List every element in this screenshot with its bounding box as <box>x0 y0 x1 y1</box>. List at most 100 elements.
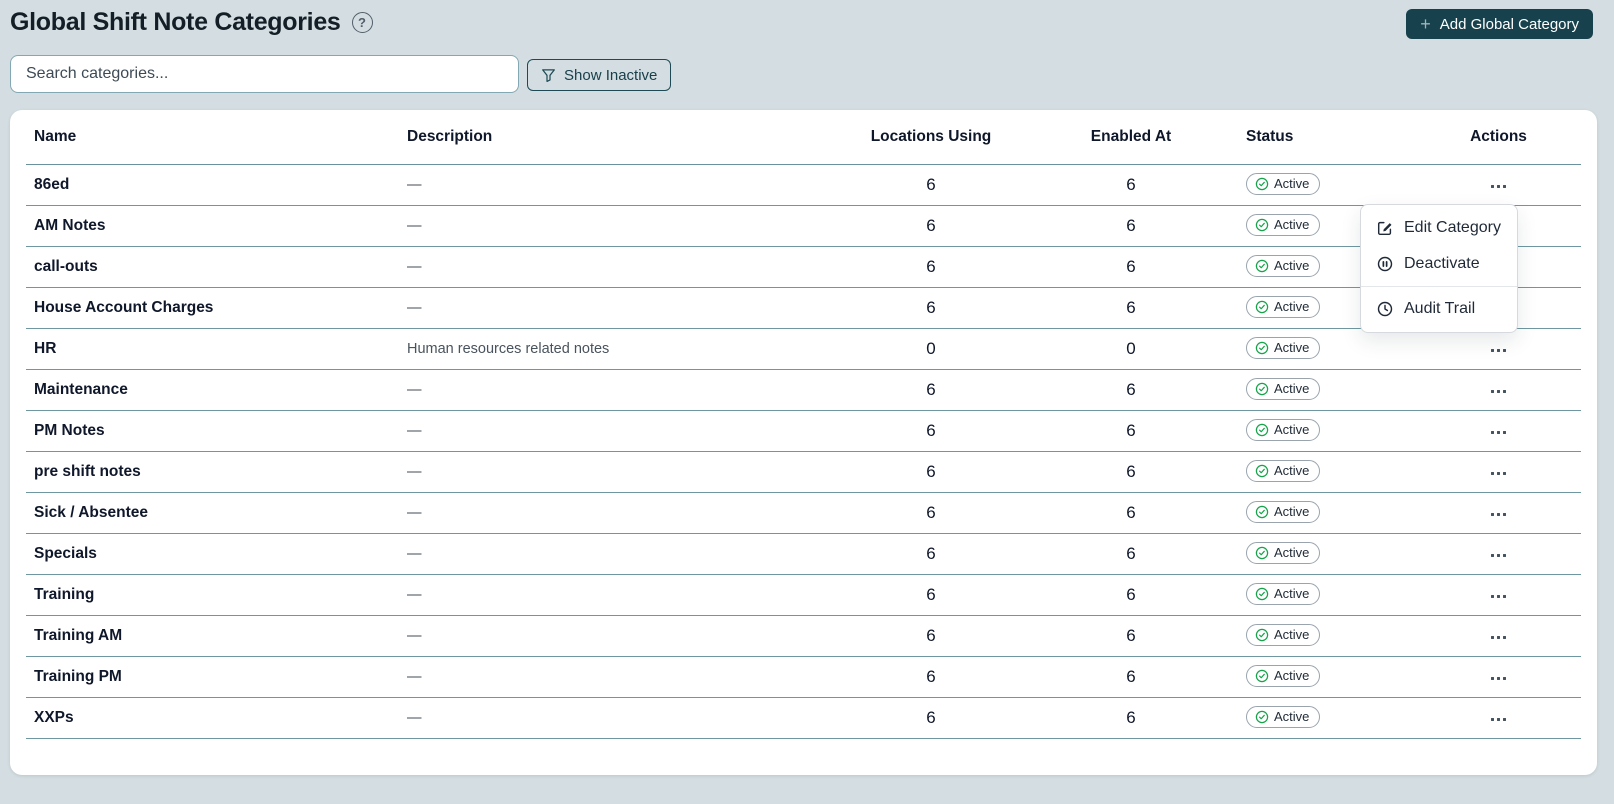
row-actions-button[interactable] <box>1487 179 1510 194</box>
category-description: — <box>407 627 422 644</box>
table-row: XXPs — 6 6 Active <box>26 697 1581 738</box>
menu-item-label: Edit Category <box>1404 219 1501 236</box>
column-header-description: Description <box>407 110 846 165</box>
row-actions-button[interactable] <box>1487 384 1510 399</box>
row-actions-button[interactable] <box>1487 343 1510 358</box>
table-row: Training AM — 6 6 Active <box>26 615 1581 656</box>
table-row: Sick / Absentee — 6 6 Active <box>26 492 1581 533</box>
row-actions-button[interactable] <box>1487 671 1510 686</box>
filter-icon <box>542 68 555 82</box>
category-description: — <box>407 176 422 193</box>
row-actions-button[interactable] <box>1487 425 1510 440</box>
locations-using-count: 6 <box>926 420 936 440</box>
category-description: — <box>407 504 422 521</box>
check-circle-icon <box>1255 464 1269 478</box>
search-input[interactable] <box>10 55 519 93</box>
column-header-status: Status <box>1246 110 1416 165</box>
enabled-at-count: 6 <box>1126 420 1136 440</box>
page-title: Global Shift Note Categories <box>10 8 341 36</box>
status-badge: Active <box>1246 459 1321 483</box>
locations-using-count: 6 <box>926 297 936 317</box>
check-circle-icon <box>1255 300 1269 314</box>
status-badge: Active <box>1246 418 1321 442</box>
status-badge: Active <box>1246 664 1321 688</box>
category-name: call-outs <box>34 257 98 275</box>
category-name: AM Notes <box>34 216 106 234</box>
show-inactive-label: Show Inactive <box>564 66 658 84</box>
enabled-at-count: 6 <box>1126 256 1136 276</box>
enabled-at-count: 6 <box>1126 379 1136 399</box>
add-global-category-label: Add Global Category <box>1439 15 1579 33</box>
category-name: pre shift notes <box>34 462 141 480</box>
category-description: — <box>407 586 422 603</box>
status-badge: Active <box>1246 172 1321 196</box>
check-circle-icon <box>1255 218 1269 232</box>
status-badge-label: Active <box>1274 175 1310 191</box>
row-actions-button[interactable] <box>1487 548 1510 563</box>
table-row: PM Notes — 6 6 Active <box>26 410 1581 451</box>
status-badge-label: Active <box>1274 708 1310 724</box>
check-circle-icon <box>1255 546 1269 560</box>
table-row: HR Human resources related notes 0 0 Active <box>26 328 1581 369</box>
row-actions-menu: Edit Category Deactivate Audit Trail <box>1360 204 1518 333</box>
plus-icon: + <box>1420 14 1431 34</box>
categories-card: Name Description Locations Using Enabled… <box>10 110 1597 775</box>
enabled-at-count: 6 <box>1126 502 1136 522</box>
category-description: — <box>407 299 422 316</box>
check-circle-icon <box>1255 628 1269 642</box>
enabled-at-count: 0 <box>1126 338 1136 358</box>
category-name: House Account Charges <box>34 298 214 316</box>
row-actions-button[interactable] <box>1487 712 1510 727</box>
status-badge: Active <box>1246 213 1321 237</box>
check-circle-icon <box>1255 177 1269 191</box>
category-name: Training <box>34 585 95 603</box>
status-badge-label: Active <box>1274 503 1310 519</box>
check-circle-icon <box>1255 710 1269 724</box>
locations-using-count: 6 <box>926 174 936 194</box>
column-header-actions: Actions <box>1416 110 1581 165</box>
locations-using-count: 6 <box>926 707 936 727</box>
row-actions-button[interactable] <box>1487 466 1510 481</box>
clock-icon <box>1377 301 1393 317</box>
category-name: XXPs <box>34 708 74 726</box>
table-row: Training PM — 6 6 Active <box>26 656 1581 697</box>
help-icon[interactable]: ? <box>351 12 373 33</box>
status-badge-label: Active <box>1274 216 1310 232</box>
table-row: AM Notes — 6 6 Active <box>26 205 1581 246</box>
category-name: 86ed <box>34 175 70 193</box>
status-badge: Active <box>1246 336 1321 360</box>
category-description: — <box>407 709 422 726</box>
menu-item-label: Audit Trail <box>1404 300 1476 317</box>
category-description: — <box>407 381 422 398</box>
menu-item-audit-trail[interactable]: Audit Trail <box>1361 291 1517 327</box>
category-description: — <box>407 463 422 480</box>
enabled-at-count: 6 <box>1126 584 1136 604</box>
page-header: Global Shift Note Categories ? <box>10 8 373 37</box>
row-actions-button[interactable] <box>1487 589 1510 604</box>
category-description: — <box>407 422 422 439</box>
locations-using-count: 6 <box>926 625 936 645</box>
category-name: Specials <box>34 544 97 562</box>
table-row: pre shift notes — 6 6 Active <box>26 451 1581 492</box>
status-badge-label: Active <box>1274 339 1310 355</box>
menu-item-edit-category[interactable]: Edit Category <box>1361 210 1517 246</box>
show-inactive-button[interactable]: Show Inactive <box>527 59 672 91</box>
status-badge: Active <box>1246 500 1321 524</box>
enabled-at-count: 6 <box>1126 666 1136 686</box>
locations-using-count: 0 <box>926 338 936 358</box>
status-badge-label: Active <box>1274 626 1310 642</box>
status-badge-label: Active <box>1274 544 1310 560</box>
category-description: — <box>407 545 422 562</box>
category-name: Maintenance <box>34 380 128 398</box>
check-circle-icon <box>1255 669 1269 683</box>
add-global-category-button[interactable]: + Add Global Category <box>1406 9 1593 39</box>
column-header-enabled-at: Enabled At <box>1016 110 1246 165</box>
locations-using-count: 6 <box>926 215 936 235</box>
enabled-at-count: 6 <box>1126 461 1136 481</box>
table-row: Maintenance — 6 6 Active <box>26 369 1581 410</box>
row-actions-button[interactable] <box>1487 630 1510 645</box>
edit-icon <box>1377 221 1392 236</box>
menu-item-label: Deactivate <box>1404 255 1480 272</box>
row-actions-button[interactable] <box>1487 507 1510 522</box>
menu-item-deactivate[interactable]: Deactivate <box>1361 246 1517 282</box>
